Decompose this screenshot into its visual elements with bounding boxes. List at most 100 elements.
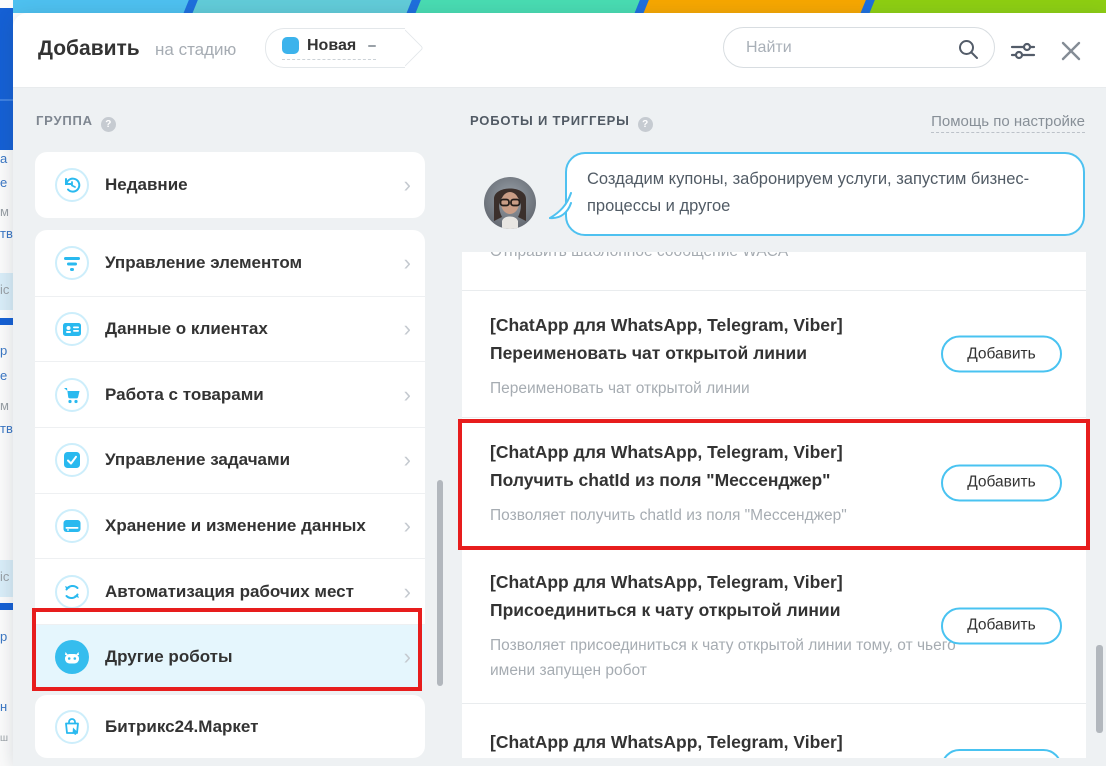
sidebar-item-label: Другие роботы [105,647,233,667]
robot-row-rename-chat: [ChatApp для WhatsApp, Telegram, Viber] … [462,290,1086,417]
robot-title-line2: Получить chatId из поля "Мессенджер" [490,466,950,494]
sidebar-item-bitrix24-market[interactable]: Битрикс24.Маркет [35,695,425,758]
robot-title-line1: [ChatApp для WhatsApp, Telegram, Viber] [490,438,950,466]
sidebar-item-recent[interactable]: Недавние › [35,152,425,218]
sidebar-item-label: Управление элементом [105,253,302,273]
chevron-right-icon: › [404,516,411,536]
market-bag-icon [55,710,89,744]
backdrop-selected-bar [0,603,13,610]
backdrop-text-fragment: е [0,368,13,383]
chevron-right-icon: › [404,175,411,195]
add-robot-button[interactable]: Добавить [941,749,1062,758]
backdrop-text-fragment: тв [0,421,13,436]
sidebar-item-workflow-automation[interactable]: Автоматизация рабочих мест › [35,558,425,624]
chevron-right-icon: › [404,319,411,339]
robot-list-scrollbar[interactable] [1096,645,1103,733]
robot-description: Позволяет получить chatId из поля "Мессе… [490,503,960,528]
robot-title-line2: Переименовать чат открытой линии [490,339,950,367]
kanban-stage-segment [0,0,190,13]
filter-settings-icon[interactable] [1010,39,1036,68]
sidebar-item-label: Управление задачами [105,450,290,470]
kanban-stage-segment [867,0,1106,13]
robot-icon [55,640,89,674]
sidebar-item-data-storage[interactable]: Хранение и изменение данных › [35,493,425,559]
kanban-stage-strip [0,0,1106,13]
sidebar-item-label: Автоматизация рабочих мест [105,582,354,602]
setup-help-link[interactable]: Помощь по настройке [931,113,1085,133]
sidebar-item-label: Битрикс24.Маркет [105,717,258,737]
backdrop-text-fragment: ш [0,731,13,746]
stage-color-icon [282,37,299,54]
assistant-message-bubble: Создадим купоны, забронируем услуги, зап… [565,152,1085,236]
backdrop-text-fragment: іс [0,282,13,297]
assistant-avatar [484,177,536,229]
group-section-header: ГРУППА? [36,112,116,132]
screen: а е м тв іс р е м тв іс р н ш Добавить н… [0,0,1106,766]
sidebar-item-label: Данные о клиентах [105,319,268,339]
backdrop-text-fragment: м [0,204,13,219]
add-robot-button[interactable]: Добавить [941,607,1062,644]
clipped-robot-description: Отправить шаблонное сообщение WACA [490,252,788,261]
sidebar-item-label: Недавние [105,175,188,195]
backdrop-text-fragment: а [0,151,13,166]
contact-card-icon [55,312,89,346]
add-robot-dialog: Добавить на стадию Новая [13,13,1106,766]
dialog-subtitle: на стадию [155,40,236,60]
sidebar-item-element-management[interactable]: Управление элементом › [35,230,425,296]
backdrop-text-fragment: іс [0,569,13,584]
backdrop-left-menu [0,8,13,150]
database-icon [55,509,89,543]
dialog-header: Добавить на стадию Новая [13,13,1106,88]
sidebar-item-label: Хранение и изменение данных [105,516,366,536]
sidebar-item-other-robots[interactable]: Другие роботы › [35,624,425,690]
automation-icon [55,575,89,609]
help-icon[interactable]: ? [101,117,116,132]
robot-description: Позволяет присоединиться к чату открытой… [490,633,960,683]
sidebar-card-groups: Управление элементом › Данные о клиентах… [35,230,425,690]
sidebar-item-tasks[interactable]: Управление задачами › [35,427,425,493]
robot-row-partial: [ChatApp для WhatsApp, Telegram, Viber] … [462,703,1086,758]
robot-rows: [ChatApp для WhatsApp, Telegram, Viber] … [462,290,1086,758]
robot-title: [ChatApp для WhatsApp, Telegram, Viber] … [490,311,950,367]
backdrop-text-fragment: тв [0,226,13,241]
kanban-stage-segment [190,0,413,13]
robot-title: [ChatApp для WhatsApp, Telegram, Viber] … [490,568,950,624]
filter-icon [55,246,89,280]
backdrop-left-sliver: а е м тв іс р е м тв іс р н ш [0,0,13,766]
add-robot-button[interactable]: Добавить [941,336,1062,373]
robot-row-join-chat: [ChatApp для WhatsApp, Telegram, Viber] … [462,547,1086,703]
sidebar-item-client-data[interactable]: Данные о клиентах › [35,296,425,362]
close-icon[interactable] [1060,40,1082,67]
robot-description: Переименовать чат открытой линии [490,376,960,401]
search-box [723,27,995,68]
chevron-right-icon: › [404,385,411,405]
robot-title-line1: [ChatApp для WhatsApp, Telegram, Viber] [490,311,950,339]
stage-selector[interactable]: Новая [265,28,405,68]
history-icon [55,168,89,202]
robot-row-get-chatid: [ChatApp для WhatsApp, Telegram, Viber] … [462,417,1086,547]
sidebar-card-market: Битрикс24.Маркет [35,695,425,758]
kanban-stage-segment [413,0,641,13]
task-check-icon [55,443,89,477]
sidebar-item-products[interactable]: Работа с товарами › [35,361,425,427]
kanban-stage-segment [641,0,867,13]
robot-title: [ChatApp для WhatsApp, Telegram, Viber] [490,728,950,756]
chevron-right-icon: › [404,450,411,470]
add-robot-button[interactable]: Добавить [941,464,1062,501]
chevron-right-icon: › [404,647,411,667]
search-input[interactable] [744,36,944,60]
backdrop-text-fragment: н [0,699,13,714]
backdrop-text-fragment: р [0,629,13,644]
chevron-right-icon: › [404,582,411,602]
search-icon[interactable] [956,37,980,66]
stage-selector-inner: Новая [282,37,376,60]
cart-icon [55,378,89,412]
robot-title-line1: [ChatApp для WhatsApp, Telegram, Viber] [490,568,950,596]
chevron-down-icon [368,45,376,47]
help-icon[interactable]: ? [638,117,653,132]
sidebar-card-recent: Недавние › [35,152,425,218]
chevron-right-icon: › [404,253,411,273]
sidebar-item-label: Работа с товарами [105,385,264,405]
sidebar-scrollbar[interactable] [437,480,443,686]
robot-title-line1: [ChatApp для WhatsApp, Telegram, Viber] [490,728,950,756]
